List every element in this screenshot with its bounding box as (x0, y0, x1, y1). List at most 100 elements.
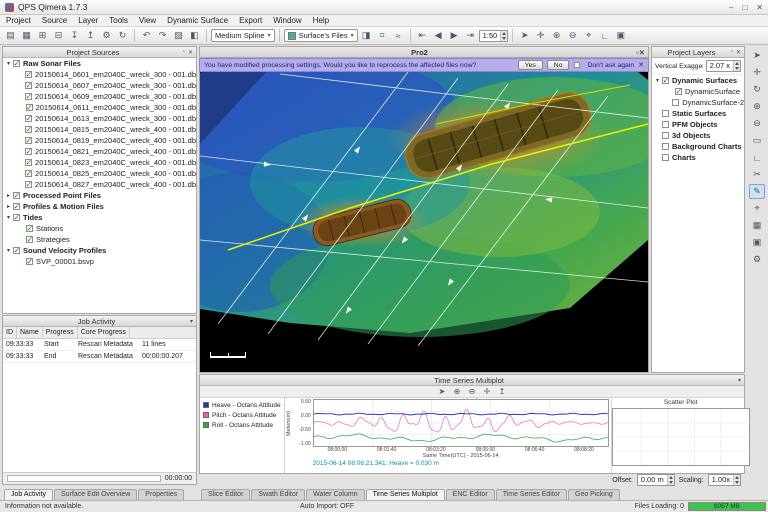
tree-item-checkbox[interactable] (26, 236, 33, 243)
grid-icon[interactable]: ⌗ (375, 28, 390, 43)
slice-icon[interactable]: ✂ (749, 167, 765, 182)
yes-button[interactable]: Yes (518, 60, 543, 70)
add-processed-points-icon[interactable]: ⊟ (51, 28, 66, 43)
float-panel-icon[interactable]: ▫ (183, 49, 185, 55)
redo-icon[interactable]: ↷ (155, 28, 170, 43)
pan-view-icon[interactable]: ✛ (749, 65, 765, 80)
last-line-icon[interactable]: ⇥ (463, 28, 478, 43)
zoom-out-icon[interactable]: ⊖ (749, 116, 765, 131)
tree-item[interactable]: ▸ Profiles & Motion Files (3, 201, 196, 212)
tree-item-checkbox[interactable] (26, 258, 33, 265)
processing-settings-icon[interactable]: ⚙ (99, 28, 114, 43)
menu-item[interactable]: Window (273, 16, 301, 25)
point-pick-icon[interactable]: ⌖ (749, 201, 765, 216)
bathymetry-3d-view[interactable] (199, 72, 649, 373)
zoom-in-icon[interactable]: ⊕ (451, 386, 464, 397)
import-icon[interactable]: ↧ (67, 28, 82, 43)
collapse-panel-icon[interactable]: ▾ (738, 377, 741, 384)
save-project-icon[interactable]: ▦ (19, 28, 34, 43)
tree-item[interactable]: 20150614_0823_em2040C_wreck_400 - 001.db (3, 157, 196, 168)
tree-item[interactable]: DynamicSurface-2 (652, 97, 744, 108)
tree-item-checkbox[interactable] (25, 148, 32, 155)
tree-item[interactable]: ▾ Tides (3, 212, 196, 223)
zoom-in-icon[interactable]: ⊕ (749, 99, 765, 114)
tree-item-checkbox[interactable] (13, 214, 20, 221)
spin-down-icon[interactable] (501, 36, 507, 41)
pan-icon[interactable]: ✛ (481, 386, 494, 397)
filter-icon[interactable]: ▧ (171, 28, 186, 43)
dock-tab[interactable]: Job Activity (4, 489, 53, 500)
tree-item-checkbox[interactable] (25, 159, 32, 166)
tree-item-checkbox[interactable] (662, 121, 669, 128)
no-button[interactable]: No (547, 60, 570, 70)
export-icon[interactable]: ↥ (496, 386, 509, 397)
tree-item[interactable]: DynamicSurface (652, 86, 744, 97)
tree-item-checkbox[interactable] (662, 154, 669, 161)
spline-select[interactable]: Medium Spline▾ (211, 29, 275, 42)
layer-display-icon[interactable]: ◨ (359, 28, 374, 43)
tree-item[interactable]: 20150614_0601_em2040C_wreck_300 - 001.db (3, 69, 196, 80)
offset-spinbox[interactable]: 0.00 m (637, 474, 675, 486)
tree-item[interactable]: 20150614_0827_em2040C_wreck_400 - 001.db (3, 179, 196, 190)
palette-icon[interactable]: ▦ (749, 218, 765, 233)
tree-item[interactable]: Stations (3, 223, 196, 234)
close-panel-icon[interactable]: ✕ (639, 48, 645, 57)
tree-item[interactable]: ▸ Processed Point Files (3, 190, 196, 201)
column-header[interactable]: Name (17, 327, 43, 338)
measure-icon[interactable]: ∟ (597, 28, 612, 43)
legend-item[interactable]: Roll - Octans Attitude (200, 420, 284, 430)
close-panel-icon[interactable]: ✕ (736, 49, 741, 56)
dock-tab[interactable]: Time Series Editor (496, 489, 567, 500)
column-header[interactable]: Progress (43, 327, 78, 338)
add-raw-sonar-icon[interactable]: ⊞ (35, 28, 50, 43)
dont-ask-again-checkbox[interactable] (574, 62, 580, 68)
cursor-icon[interactable]: ➤ (436, 386, 449, 397)
first-line-icon[interactable]: ⇤ (415, 28, 430, 43)
surface-tools-icon[interactable]: ◧ (187, 28, 202, 43)
tree-item[interactable]: 20150614_0815_em2040C_wreck_400 - 001.db (3, 124, 196, 135)
expander-icon[interactable]: ▾ (5, 60, 12, 67)
expander-icon[interactable]: ▾ (5, 247, 12, 254)
menu-item[interactable]: Tools (109, 16, 128, 25)
tree-item[interactable]: 20150614_0609_em2040C_wreck_300 - 001.db (3, 91, 196, 102)
tree-item-checkbox[interactable] (25, 170, 32, 177)
table-row[interactable]: 09:33:33End Rescan Metadata00:00:00.207 (3, 351, 196, 363)
tree-item-checkbox[interactable] (25, 82, 32, 89)
tree-item[interactable]: ▾ Raw Sonar Files (3, 58, 196, 69)
menu-item[interactable]: Export (239, 16, 262, 25)
tree-item[interactable]: Strategies (3, 234, 196, 245)
tree-item[interactable]: ▾ Sound Velocity Profiles (3, 245, 196, 256)
column-header[interactable]: ID (3, 327, 17, 338)
explore-icon[interactable]: ➤ (749, 48, 765, 63)
edit-points-icon[interactable]: ✎ (749, 184, 765, 199)
dock-tab[interactable]: Time Series Multiplot (366, 489, 445, 500)
tree-item[interactable]: 20150614_0825_em2040C_wreck_400 - 001.db (3, 168, 196, 179)
scaling-spinbox[interactable]: 1.00x (708, 474, 741, 486)
tree-item-checkbox[interactable] (13, 247, 20, 254)
expander-icon[interactable]: ▾ (654, 77, 661, 84)
expander-icon[interactable]: ▸ (5, 203, 12, 210)
tree-item-checkbox[interactable] (26, 225, 33, 232)
tree-item-checkbox[interactable] (25, 126, 32, 133)
dock-tab[interactable]: Properties (138, 489, 184, 500)
rotate-view-icon[interactable]: ↻ (749, 82, 765, 97)
reprocess-icon[interactable]: ↻ (115, 28, 130, 43)
zoom-out-icon[interactable]: ⊖ (466, 386, 479, 397)
spin-down-icon[interactable] (734, 480, 740, 485)
tree-item[interactable]: Background Charts (652, 141, 744, 152)
tree-item[interactable]: 20150614_0611_em2040C_wreck_300 - 001.db (3, 102, 196, 113)
title-bar[interactable]: QPS Qimera 1.7.3 – □ ✕ (0, 0, 768, 15)
legend-item[interactable]: Heave - Octans Attitude (200, 400, 284, 410)
measure-icon[interactable]: ∟ (749, 150, 765, 165)
tree-item-checkbox[interactable] (25, 115, 32, 122)
maximize-button[interactable]: □ (742, 3, 747, 12)
tree-item-checkbox[interactable] (26, 104, 33, 111)
dock-tab[interactable]: Surface Edit Overview (54, 489, 137, 500)
open-project-icon[interactable]: ▤ (3, 28, 18, 43)
tree-item[interactable]: Static Surfaces (652, 108, 744, 119)
tree-item-checkbox[interactable] (13, 203, 20, 210)
tree-item[interactable]: 3d Objects (652, 130, 744, 141)
column-header[interactable]: Core Progress (78, 327, 130, 338)
tree-item-checkbox[interactable] (662, 143, 669, 150)
dock-tab[interactable]: Swath Editor (251, 489, 305, 500)
